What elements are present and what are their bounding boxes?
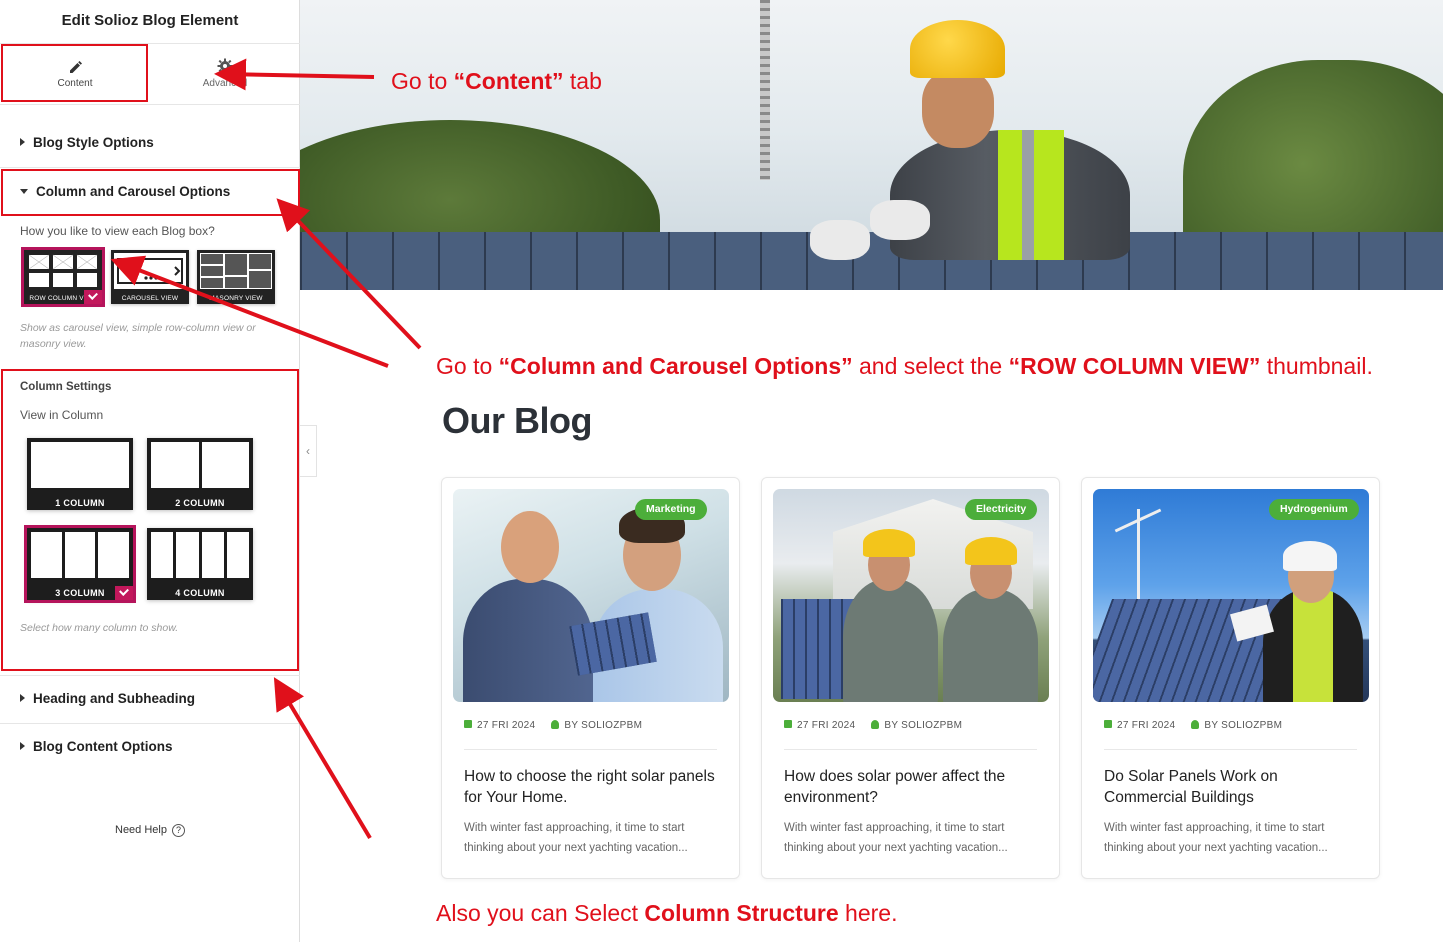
- post-date: 27 FRI 2024: [797, 720, 856, 731]
- column-preview: [31, 442, 129, 488]
- post-meta: 27 FRI 2024 BY SOLIOZPBM: [464, 719, 643, 731]
- post-excerpt: With winter fast approaching, it time to…: [1104, 822, 1328, 854]
- row-column-preview: [27, 253, 99, 289]
- post-date: 27 FRI 2024: [1117, 720, 1176, 731]
- view-option-label: MASONRY VIEW: [209, 295, 263, 302]
- section-blog-style-options[interactable]: Blog Style Options: [0, 120, 300, 166]
- view-in-column-label: View in Column: [20, 408, 104, 422]
- divider: [0, 104, 300, 105]
- section-label: Blog Style Options: [33, 135, 154, 150]
- tab-content-label: Content: [57, 78, 93, 89]
- post-excerpt: With winter fast approaching, it time to…: [784, 822, 1008, 854]
- view-hint: Show as carousel view, simple row-column…: [20, 322, 256, 350]
- section-label: Blog Content Options: [33, 739, 173, 754]
- post-title[interactable]: Do Solar Panels Work on Commercial Build…: [1104, 766, 1364, 808]
- collapse-panel-button[interactable]: ‹: [300, 425, 317, 477]
- column-option-label: 4 COLUMN: [175, 588, 225, 598]
- column-option-label: 1 COLUMN: [55, 498, 105, 508]
- view-prompt: How you like to view each Blog box?: [20, 224, 215, 238]
- instruction-content-tab: Go to “Content” tab: [391, 68, 602, 94]
- user-icon: [1191, 719, 1200, 729]
- post-date: 27 FRI 2024: [477, 720, 536, 731]
- post-excerpt: With winter fast approaching, it time to…: [464, 822, 688, 854]
- section-label: Column and Carousel Options: [36, 184, 231, 199]
- user-icon: [871, 719, 880, 729]
- pencil-icon: [70, 61, 82, 73]
- divider: [0, 167, 300, 168]
- chevron-left-icon: ‹: [306, 444, 310, 458]
- need-help-link[interactable]: Need Help?: [115, 824, 185, 837]
- category-badge[interactable]: Hydrogenium: [1269, 499, 1359, 520]
- gear-icon: [217, 58, 233, 74]
- caret-right-icon: [20, 742, 25, 751]
- caret-right-icon: [20, 694, 25, 703]
- post-author: BY SOLIOZPBM: [1204, 720, 1283, 731]
- tab-advanced[interactable]: Advanced: [150, 44, 300, 104]
- column-option-label: 2 COLUMN: [175, 498, 225, 508]
- grid-preview-icon: [27, 253, 99, 289]
- calendar-icon: [784, 720, 792, 729]
- masonry-preview-icon: [200, 253, 272, 289]
- carousel-preview: [114, 253, 186, 289]
- post-author: BY SOLIOZPBM: [884, 720, 963, 731]
- section-column-carousel-options[interactable]: Column and Carousel Options: [0, 169, 300, 215]
- 2-column-option[interactable]: 2 COLUMN: [147, 438, 253, 510]
- post-meta: 27 FRI 2024 BY SOLIOZPBM: [1104, 719, 1283, 731]
- blog-card[interactable]: Marketing 27 FRI 2024 BY SOLIOZPBM How to…: [441, 477, 740, 879]
- tab-content[interactable]: Content: [0, 44, 150, 104]
- divider: [464, 749, 717, 750]
- column-preview: [31, 532, 130, 578]
- need-help-label: Need Help: [115, 824, 167, 836]
- view-option-label: CAROUSEL VIEW: [121, 295, 179, 302]
- section-label: Heading and Subheading: [33, 691, 196, 706]
- instruction-column-structure: Also you can Select Column Structure her…: [436, 900, 898, 926]
- column-preview: [151, 532, 249, 578]
- editor-sidebar: Edit Solioz Blog Element Content Advance…: [0, 0, 300, 942]
- carousel-preview-icon: [114, 253, 186, 289]
- post-image: [773, 489, 1049, 702]
- masonry-preview: [200, 253, 272, 289]
- column-preview: [151, 442, 249, 488]
- question-icon: ?: [171, 824, 185, 837]
- caret-down-icon: [20, 188, 28, 194]
- panel-title: Edit Solioz Blog Element: [0, 0, 300, 44]
- tab-advanced-label: Advanced: [202, 78, 248, 89]
- column-hint: Select how many column to show.: [20, 622, 179, 634]
- calendar-icon: [464, 720, 472, 729]
- post-title[interactable]: How to choose the right solar panels for…: [464, 766, 724, 808]
- caret-right-icon: [20, 138, 25, 147]
- post-meta: 27 FRI 2024 BY SOLIOZPBM: [784, 719, 963, 731]
- divider: [784, 749, 1037, 750]
- masonry-view-option[interactable]: MASONRY VIEW: [197, 250, 275, 304]
- calendar-icon: [1104, 720, 1112, 729]
- post-image: [453, 489, 729, 702]
- category-badge[interactable]: Marketing: [635, 499, 707, 520]
- instruction-row-column-view: Go to “Column and Carousel Options” and …: [436, 353, 1373, 379]
- row-column-view-option[interactable]: ROW COLUMN VIEW: [21, 247, 105, 307]
- carousel-view-option[interactable]: CAROUSEL VIEW: [111, 250, 189, 304]
- section-blog-content-options[interactable]: Blog Content Options: [0, 724, 300, 770]
- 4-column-option[interactable]: 4 COLUMN: [147, 528, 253, 600]
- blog-card[interactable]: Hydrogenium 27 FRI 2024 BY SOLIOZPBM Do S…: [1081, 477, 1380, 879]
- divider: [1104, 749, 1357, 750]
- checkmark-icon: [84, 290, 102, 304]
- post-author: BY SOLIOZPBM: [564, 720, 643, 731]
- worker-illustration: [810, 20, 1150, 260]
- blog-heading: Our Blog: [442, 400, 592, 441]
- section-heading-subheading[interactable]: Heading and Subheading: [0, 676, 300, 722]
- post-image: [1093, 489, 1369, 702]
- blog-card[interactable]: Electricity 27 FRI 2024 BY SOLIOZPBM How …: [761, 477, 1060, 879]
- hero-image: [300, 0, 1443, 290]
- checkmark-icon: [115, 586, 133, 600]
- column-settings-heading: Column Settings: [20, 381, 112, 393]
- user-icon: [551, 719, 560, 729]
- 1-column-option[interactable]: 1 COLUMN: [27, 438, 133, 510]
- post-title[interactable]: How does solar power affect the environm…: [784, 766, 1044, 808]
- category-badge[interactable]: Electricity: [965, 499, 1038, 520]
- 3-column-option[interactable]: 3 COLUMN: [24, 525, 136, 603]
